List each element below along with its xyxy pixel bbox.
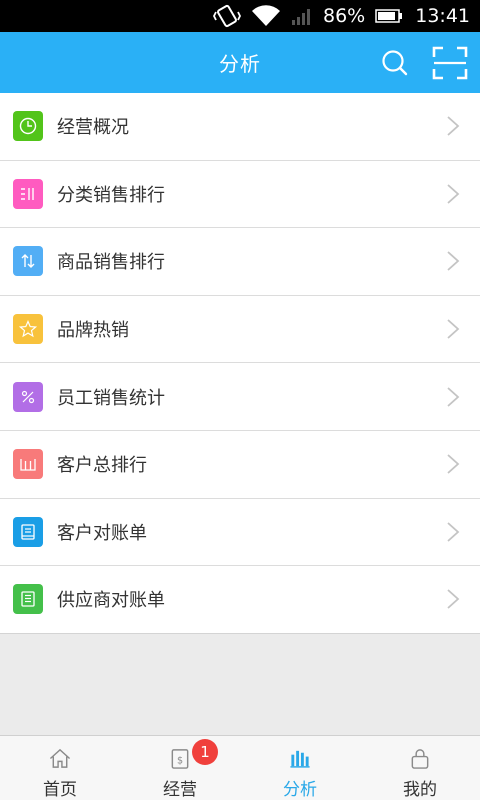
- clock-icon: [13, 111, 43, 142]
- ranking-bars-icon: [13, 449, 43, 480]
- tab-analysis[interactable]: 分析: [240, 736, 360, 800]
- page-title: 分析: [219, 52, 261, 76]
- chevron-right-icon: [446, 250, 460, 272]
- chevron-right-icon: [446, 588, 460, 610]
- receipt-icon: [13, 516, 43, 547]
- menu-item-label: 员工销售统计: [57, 387, 165, 409]
- sort-arrows-icon: [13, 246, 43, 277]
- bottom-tab-bar: 首页 $ 1 经营 分析 我的: [0, 735, 480, 800]
- chevron-right-icon: [446, 386, 460, 408]
- tab-profile[interactable]: 我的: [360, 736, 480, 800]
- chevron-right-icon: [446, 318, 460, 340]
- menu-item-label: 经营概况: [57, 117, 129, 139]
- menu-item-brand-best-sellers[interactable]: 品牌热销: [0, 296, 480, 364]
- menu-item-supplier-statement[interactable]: 供应商对账单: [0, 566, 480, 634]
- tab-home[interactable]: 首页: [0, 736, 120, 800]
- vibrate-icon: [213, 4, 241, 28]
- lock-icon: [411, 749, 429, 769]
- menu-item-label: 客户对账单: [57, 522, 147, 544]
- scan-button[interactable]: [428, 32, 472, 93]
- tab-label: 首页: [43, 780, 77, 800]
- ledger-icon: [13, 584, 43, 615]
- notification-badge: 1: [192, 739, 218, 765]
- cellular-signal-icon: [291, 7, 311, 25]
- chevron-right-icon: [446, 115, 460, 137]
- search-icon: [382, 49, 408, 75]
- menu-item-label: 客户总排行: [57, 455, 147, 477]
- wifi-icon: [251, 5, 281, 27]
- business-doc-icon: $: [171, 749, 189, 769]
- search-button[interactable]: [374, 32, 416, 93]
- percent-icon: [13, 381, 43, 412]
- tab-label: 分析: [283, 780, 317, 800]
- battery-percent: 86%: [323, 5, 366, 27]
- tab-label: 经营: [163, 780, 197, 800]
- app-header: 分析: [0, 32, 480, 93]
- scan-icon: [432, 46, 468, 79]
- star-icon: [13, 314, 43, 345]
- menu-item-business-overview[interactable]: 经营概况: [0, 93, 480, 161]
- category-bars-icon: [13, 178, 43, 209]
- menu-item-customer-ranking[interactable]: 客户总排行: [0, 431, 480, 499]
- chevron-right-icon: [446, 453, 460, 475]
- chevron-right-icon: [446, 521, 460, 543]
- tab-business[interactable]: $ 1 经营: [120, 736, 240, 800]
- tab-label: 我的: [403, 780, 437, 800]
- menu-item-label: 供应商对账单: [57, 590, 165, 612]
- menu-item-label: 商品销售排行: [57, 252, 165, 274]
- menu-item-label: 品牌热销: [57, 320, 129, 342]
- battery-icon: [375, 9, 403, 23]
- menu-item-customer-statement[interactable]: 客户对账单: [0, 499, 480, 567]
- svg-text:$: $: [177, 755, 183, 766]
- menu-item-staff-sales-stats[interactable]: 员工销售统计: [0, 363, 480, 431]
- status-bar: 86% 13:41: [0, 0, 480, 32]
- menu-item-product-sales-ranking[interactable]: 商品销售排行: [0, 228, 480, 296]
- analysis-menu-list: 经营概况 分类销售排行 商品销售排行 品牌热销 员工销售统计 客户总排行 客户对…: [0, 93, 480, 634]
- status-time: 13:41: [415, 5, 470, 27]
- menu-item-category-sales-ranking[interactable]: 分类销售排行: [0, 161, 480, 229]
- menu-item-label: 分类销售排行: [57, 184, 165, 206]
- chevron-right-icon: [446, 183, 460, 205]
- bar-chart-icon: [290, 750, 310, 768]
- home-icon: [49, 748, 71, 768]
